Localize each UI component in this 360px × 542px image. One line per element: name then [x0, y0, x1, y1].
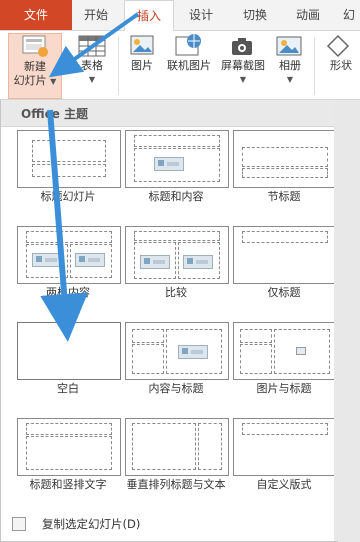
tab-animations[interactable]: 动画 — [284, 0, 332, 30]
layout-label: 比较 — [165, 286, 187, 299]
duplicate-slide-label: 复制选定幻灯片(D) — [42, 517, 141, 531]
layout-vertical-title-and-text[interactable] — [125, 418, 229, 476]
layout-label: 空白 — [57, 382, 79, 395]
camera-icon — [228, 33, 258, 57]
shapes-icon — [326, 33, 356, 58]
layout-label: 图片与标题 — [256, 382, 312, 395]
chevron-down-icon: ▼ — [286, 75, 294, 84]
chevron-down-icon: ▼ — [88, 75, 96, 84]
layout-picture-with-caption[interactable] — [233, 322, 337, 380]
new-slide-label-1: 新建 — [24, 60, 46, 73]
chevron-down-icon: ▼ — [239, 75, 247, 84]
shapes-label: 形状 — [330, 59, 352, 72]
layout-title-only[interactable] — [233, 226, 337, 284]
table-icon — [77, 33, 107, 57]
tab-transitions[interactable]: 切换 — [230, 0, 280, 30]
layout-label: 自定义版式 — [256, 478, 312, 491]
album-icon — [275, 33, 305, 57]
layout-content-with-caption[interactable] — [125, 322, 229, 380]
layout-title-and-vertical-text[interactable] — [17, 418, 121, 476]
layout-blank[interactable] — [17, 322, 121, 380]
online-picture-label: 联机图片 — [167, 59, 211, 72]
layout-comparison[interactable] — [125, 226, 229, 284]
chevron-down-icon: ▼ — [50, 77, 57, 86]
divider — [314, 37, 315, 95]
duplicate-icon — [12, 517, 26, 531]
scrollbar[interactable] — [334, 100, 360, 541]
tab-home[interactable]: 开始 — [72, 0, 120, 30]
layout-label: 标题幻灯片 — [40, 190, 96, 203]
online-picture-icon — [174, 33, 204, 57]
layout-label: 节标题 — [267, 190, 301, 203]
layout-label: 仅标题 — [267, 286, 301, 299]
picture-label: 图片 — [131, 59, 153, 72]
layout-gallery: Office 主题 标题幻灯片 标题和内容 节标题 两栏内容 比较 仅标题 空白… — [0, 100, 338, 542]
tab-more[interactable]: 幻 — [338, 0, 360, 30]
screenshot-button[interactable]: 屏幕截图 ▼ — [216, 33, 270, 87]
layout-title-slide[interactable] — [17, 130, 121, 188]
new-slide-button[interactable]: 新建 幻灯片 ▼ — [8, 33, 62, 99]
layout-title-and-content[interactable] — [125, 130, 229, 188]
gallery-header: Office 主题 — [1, 100, 337, 127]
tab-file[interactable]: 文件 — [0, 0, 72, 30]
layout-label: 标题和内容 — [148, 190, 204, 203]
layout-label: 垂直排列标题与文本 — [126, 478, 226, 491]
album-label: 相册 — [279, 59, 301, 72]
new-slide-icon — [20, 34, 50, 58]
insert-ribbon: 新建 幻灯片 ▼ 表格 ▼ 图片 联机图片 屏幕截图 ▼ 相册 ▼ 形状 — [0, 31, 360, 100]
layout-label: 内容与标题 — [148, 382, 204, 395]
screenshot-label: 屏幕截图 — [221, 59, 265, 72]
shapes-button[interactable]: 形状 — [322, 33, 360, 73]
divider — [118, 37, 119, 95]
layout-label: 标题和竖排文字 — [29, 478, 107, 491]
table-button[interactable]: 表格 ▼ — [70, 33, 114, 87]
table-label: 表格 — [81, 59, 103, 72]
new-slide-label-2: 幻灯片 ▼ — [13, 74, 57, 87]
layout-section-header[interactable] — [233, 130, 337, 188]
tab-insert[interactable]: 插入 — [124, 0, 174, 32]
picture-icon — [296, 347, 306, 355]
picture-icon — [127, 33, 157, 57]
layout-two-content[interactable] — [17, 226, 121, 284]
album-button[interactable]: 相册 ▼ — [272, 33, 308, 87]
online-picture-button[interactable]: 联机图片 — [162, 33, 216, 73]
tab-design[interactable]: 设计 — [176, 0, 226, 30]
layout-label: 两栏内容 — [46, 286, 90, 299]
picture-button[interactable]: 图片 — [124, 33, 160, 73]
gallery-header-label: Office 主题 — [21, 107, 89, 121]
ribbon-tabs: 文件 开始 插入 设计 切换 动画 幻 — [0, 0, 360, 32]
layout-custom[interactable] — [233, 418, 337, 476]
